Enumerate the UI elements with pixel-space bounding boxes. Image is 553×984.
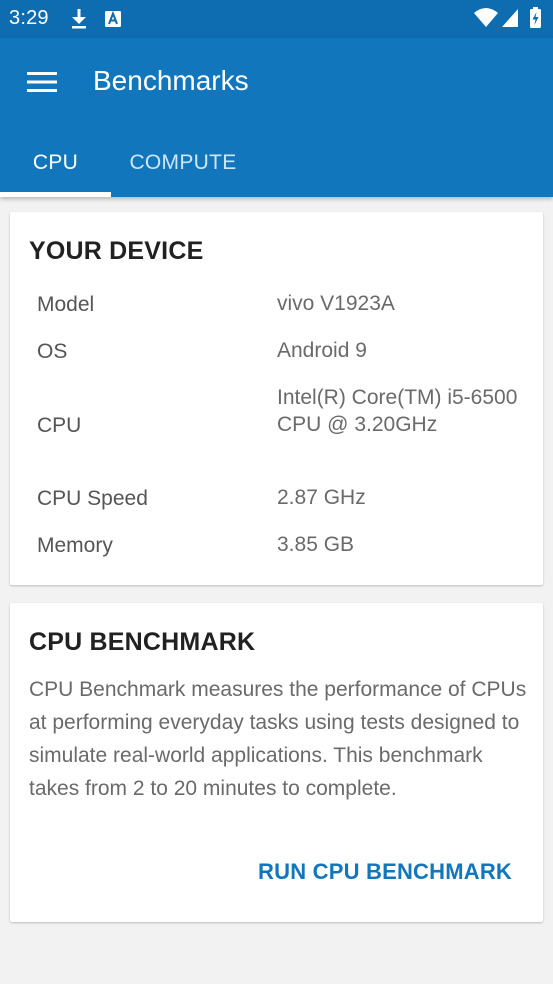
- device-card: YOUR DEVICE Model vivo V1923A OS Android…: [10, 212, 543, 585]
- tab-bar: CPU COMPUTE: [0, 128, 553, 197]
- benchmark-description: CPU Benchmark measures the performance o…: [29, 678, 527, 800]
- spec-label-memory: Memory: [37, 534, 113, 557]
- spec-label-cpu: CPU: [37, 414, 82, 437]
- status-time: 3:29: [9, 7, 49, 29]
- spec-value-model: vivo V1923A: [277, 292, 395, 315]
- spec-label-model: Model: [37, 293, 95, 316]
- tab-compute[interactable]: COMPUTE: [111, 128, 255, 197]
- spec-value-cpu: Intel(R) Core(TM) i5-6500 CPU @ 3.20GHz: [277, 386, 518, 436]
- spec-value-os: Android 9: [277, 339, 367, 362]
- download-icon: [68, 0, 90, 43]
- hamburger-menu-icon: [27, 72, 57, 92]
- run-cpu-benchmark-button[interactable]: RUN CPU BENCHMARK: [258, 859, 512, 885]
- status-bar: 3:29: [0, 0, 553, 38]
- menu-button[interactable]: [20, 60, 64, 104]
- signal-icon: [500, 0, 520, 43]
- app-title: Benchmarks: [93, 65, 249, 96]
- device-card-title: YOUR DEVICE: [29, 237, 204, 265]
- wifi-icon: [473, 0, 499, 43]
- app-bar: Benchmarks CPU COMPUTE: [0, 38, 553, 197]
- font-a-icon: [103, 0, 123, 43]
- benchmark-card: CPU BENCHMARK CPU Benchmark measures the…: [10, 603, 543, 922]
- spec-label-os: OS: [37, 340, 68, 363]
- battery-icon: [528, 0, 544, 43]
- spec-label-cpu-speed: CPU Speed: [37, 487, 148, 510]
- tab-indicator: [0, 192, 111, 197]
- tab-cpu[interactable]: CPU: [0, 128, 111, 197]
- benchmark-card-title: CPU BENCHMARK: [29, 628, 256, 656]
- spec-value-memory: 3.85 GB: [277, 533, 355, 556]
- spec-value-cpu-speed: 2.87 GHz: [277, 486, 366, 509]
